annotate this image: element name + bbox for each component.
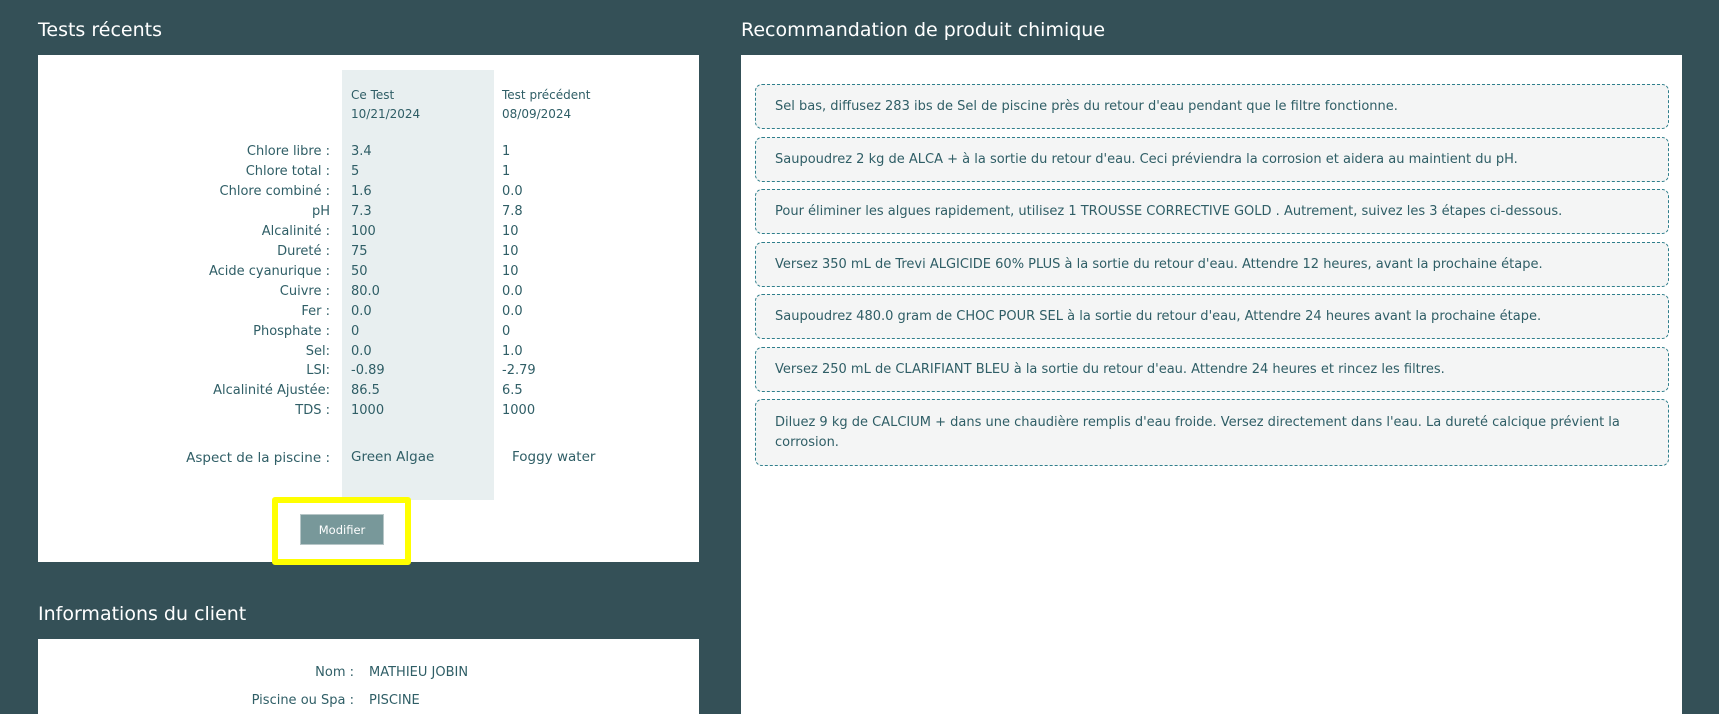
recommendation-item: Diluez 9 kg de CALCIUM + dans une chaudi… — [755, 399, 1669, 466]
client-name-value: MATHIEU JOBIN — [369, 665, 469, 680]
tests-panel: Ce Test 10/21/2024 Test précédent 08/09/… — [38, 55, 699, 565]
client-panel: Nom : MATHIEU JOBIN Piscine ou Spa : PIS… — [38, 639, 699, 714]
test-row-previous-value: 0.0 — [502, 184, 523, 199]
test-row-current-value: 3.4 — [351, 144, 372, 159]
test-row-previous-value: 0.0 — [502, 284, 523, 299]
previous-test-label: Test précédent — [502, 88, 591, 102]
client-pool-value: PISCINE — [369, 693, 420, 708]
test-row-previous-value: 10 — [502, 224, 519, 239]
test-row-current-value: 80.0 — [351, 284, 380, 299]
test-row-previous-value: 7.8 — [502, 204, 523, 219]
recommendations-title: Recommandation de produit chimique — [741, 19, 1106, 41]
test-row-current-value: 0 — [351, 324, 360, 339]
test-row-label: Fer : — [301, 304, 330, 319]
current-test-label: Ce Test — [351, 88, 395, 102]
aspect-label: Aspect de la piscine : — [186, 450, 330, 466]
aspect-current: Green Algae — [351, 449, 435, 465]
previous-test-header: Test précédent 08/09/2024 — [502, 86, 590, 124]
test-row-current-value: 1000 — [351, 403, 385, 418]
test-row-label: Alcalinité Ajustée: — [213, 383, 330, 398]
test-row-current-value: 5 — [351, 164, 360, 179]
modify-button[interactable]: Modifier — [300, 514, 384, 545]
current-test-header: Ce Test 10/21/2024 — [351, 86, 420, 124]
recommendation-text: Versez 250 mL de CLARIFIANT BLEU à la so… — [775, 361, 1445, 377]
test-row-current-value: 1.6 — [351, 184, 372, 199]
recommendations-panel: Sel bas, diffusez 283 ibs de Sel de pisc… — [741, 55, 1682, 714]
test-row-current-value: 75 — [351, 244, 368, 259]
client-name-label: Nom : — [315, 665, 354, 680]
recommendation-text: Diluez 9 kg de CALCIUM + dans une chaudi… — [775, 414, 1620, 450]
aspect-previous: Foggy water — [512, 449, 596, 465]
test-row-current-value: 50 — [351, 264, 368, 279]
previous-test-date: 08/09/2024 — [502, 107, 572, 121]
test-row-previous-value: 1 — [502, 164, 511, 179]
client-pool-label: Piscine ou Spa : — [251, 693, 354, 708]
test-row-previous-value: -2.79 — [502, 363, 536, 378]
test-row-current-value: 86.5 — [351, 383, 380, 398]
recommendation-item: Pour éliminer les algues rapidement, uti… — [755, 189, 1669, 234]
recommendation-text: Sel bas, diffusez 283 ibs de Sel de pisc… — [775, 98, 1398, 114]
test-row-label: Phosphate : — [253, 324, 330, 339]
test-row-current-value: -0.89 — [351, 363, 385, 378]
test-row-label: Acide cyanurique : — [208, 264, 330, 279]
test-row-previous-value: 0.0 — [502, 304, 523, 319]
test-row-label: pH — [311, 204, 330, 219]
recommendation-item: Sel bas, diffusez 283 ibs de Sel de pisc… — [755, 84, 1669, 129]
recommendation-item: Saupoudrez 480.0 gram de CHOC POUR SEL à… — [755, 294, 1669, 339]
recommendation-text: Saupoudrez 2 kg de ALCA + à la sortie du… — [775, 151, 1518, 167]
test-row-label: TDS : — [295, 403, 330, 418]
test-row-label: LSI: — [306, 363, 330, 378]
test-row-previous-value: 1.0 — [502, 344, 523, 359]
test-row-label: Chlore total : — [245, 164, 330, 179]
test-row-previous-value: 0 — [502, 324, 511, 339]
test-row-label: Alcalinité : — [261, 224, 330, 239]
current-test-date: 10/21/2024 — [351, 107, 421, 121]
recommendation-text: Pour éliminer les algues rapidement, uti… — [775, 203, 1563, 219]
test-row-previous-value: 6.5 — [502, 383, 523, 398]
tests-title: Tests récents — [38, 19, 162, 41]
test-row-previous-value: 10 — [502, 264, 519, 279]
test-row-label: Sel: — [305, 344, 330, 359]
test-row-current-value: 0.0 — [351, 344, 372, 359]
test-row-label: Chlore libre : — [246, 144, 330, 159]
test-row-label: Cuivre : — [279, 284, 330, 299]
test-row-current-value: 100 — [351, 224, 376, 239]
recommendation-item: Versez 350 mL de Trevi ALGICIDE 60% PLUS… — [755, 242, 1669, 287]
test-row-label: Chlore combiné : — [219, 184, 330, 199]
test-row-previous-value: 1 — [502, 144, 511, 159]
recommendation-item: Saupoudrez 2 kg de ALCA + à la sortie du… — [755, 137, 1669, 182]
test-row-label: Dureté : — [277, 244, 330, 259]
test-row-current-value: 0.0 — [351, 304, 372, 319]
client-title: Informations du client — [38, 603, 247, 625]
recommendation-item: Versez 250 mL de CLARIFIANT BLEU à la so… — [755, 347, 1669, 392]
test-row-current-value: 7.3 — [351, 204, 372, 219]
test-row-previous-value: 10 — [502, 244, 519, 259]
recommendation-text: Saupoudrez 480.0 gram de CHOC POUR SEL à… — [775, 308, 1542, 324]
recommendation-text: Versez 350 mL de Trevi ALGICIDE 60% PLUS… — [775, 256, 1543, 272]
test-row-previous-value: 1000 — [502, 403, 536, 418]
